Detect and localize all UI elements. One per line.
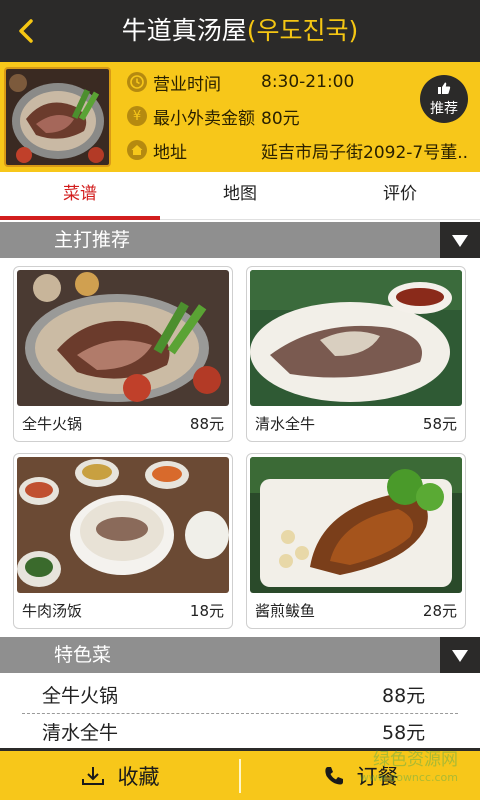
business-hours-label: 营业时间: [153, 74, 221, 95]
download-icon: [81, 766, 104, 785]
tab-menu[interactable]: 菜谱: [0, 172, 160, 220]
dish-card[interactable]: 酱煎鲅鱼 28元: [246, 453, 466, 629]
dish-price: 18元: [189, 602, 224, 620]
dish-image: [17, 457, 229, 593]
list-item[interactable]: 全牛火锅 88元: [0, 675, 480, 715]
item-price: 88元: [382, 685, 426, 707]
dish-image: [250, 270, 462, 406]
dish-name: 牛肉汤饭: [22, 602, 83, 620]
dish-card[interactable]: 全牛火锅 88元: [13, 266, 233, 442]
minimum-order-label: 最小外卖金额: [153, 108, 255, 129]
thumbs-up-icon: [438, 82, 451, 94]
main-recommend-section-header: 主打推荐: [0, 222, 480, 258]
dish-price: 58元: [422, 415, 457, 433]
list-item[interactable]: 清水全牛 58元: [0, 712, 480, 752]
watermark-url: www.downcc.com: [359, 771, 458, 784]
dish-name: 清水全牛: [255, 415, 316, 433]
section-title: 主打推荐: [54, 229, 131, 251]
tab-bar: 菜谱 地图 评价: [0, 172, 480, 220]
page-title: 牛道真汤屋(우도진국): [0, 14, 480, 48]
dish-price: 88元: [189, 415, 224, 433]
restaurant-korean-name: (우도진국): [246, 16, 359, 45]
home-icon: [127, 140, 147, 160]
top-bar: 牛道真汤屋(우도진국): [0, 0, 480, 62]
dish-image: [17, 270, 229, 406]
business-hours-value: 8:30-21:00: [261, 72, 355, 92]
dish-image: [250, 457, 462, 593]
dish-name: 全牛火锅: [22, 415, 83, 433]
address-row[interactable]: 地址 延吉市局子街2092-7号董...: [127, 138, 467, 163]
restaurant-name: 牛道真汤屋: [121, 16, 247, 45]
collapse-arrow-icon[interactable]: [440, 637, 480, 673]
minimum-order-row: ¥ 最小外卖金额 80元: [127, 104, 467, 129]
recommend-label: 推荐: [430, 101, 458, 117]
dish-card[interactable]: 清水全牛 58元: [246, 266, 466, 442]
address-label: 地址: [153, 142, 187, 163]
minimum-order-value: 80元: [261, 108, 300, 129]
dish-price: 28元: [422, 602, 457, 620]
clock-icon: [127, 72, 147, 92]
dish-card[interactable]: 牛肉汤饭 18元: [13, 453, 233, 629]
item-price: 58元: [382, 722, 426, 744]
tab-reviews[interactable]: 评价: [320, 172, 480, 219]
item-name: 全牛火锅: [42, 685, 119, 707]
business-hours-row: 营业时间 8:30-21:00: [127, 70, 467, 95]
restaurant-info-panel: 营业时间 8:30-21:00 ¥ 最小外卖金额 80元 地址 延吉市局子街20…: [0, 62, 480, 172]
collect-label: 收藏: [117, 764, 160, 789]
section-title: 特色菜: [54, 644, 112, 666]
phone-icon: [324, 766, 343, 784]
watermark: 绿色资源网: [373, 750, 458, 770]
recommend-button[interactable]: 推荐: [420, 75, 468, 123]
collapse-arrow-icon[interactable]: [440, 222, 480, 258]
tab-map[interactable]: 地图: [160, 172, 320, 219]
collect-button[interactable]: 收藏: [0, 751, 239, 800]
featured-section-header: 特色菜: [0, 637, 480, 673]
yen-icon: ¥: [127, 106, 147, 126]
dish-name: 酱煎鲅鱼: [255, 602, 316, 620]
item-name: 清水全牛: [42, 722, 119, 744]
address-value: 延吉市局子街2092-7号董...: [261, 142, 467, 163]
restaurant-thumbnail[interactable]: [4, 67, 111, 167]
